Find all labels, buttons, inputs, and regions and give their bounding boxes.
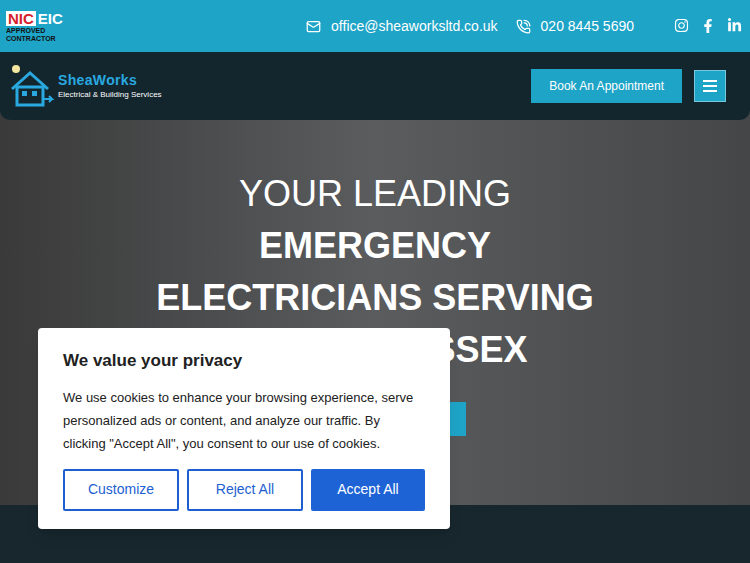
- cookie-button[interactable]: Accept All: [311, 469, 425, 511]
- brand-tagline: Electrical & Building Services: [58, 90, 162, 100]
- linkedin-icon[interactable]: [727, 18, 742, 33]
- badge-mark: NIC: [6, 11, 36, 26]
- hero-heading-line: ELECTRICIANS SERVING: [156, 272, 593, 324]
- phone-link[interactable]: 020 8445 5690: [516, 16, 634, 37]
- cookie-title: We value your privacy: [63, 348, 425, 374]
- badge-caption: CONTRACTOR: [6, 35, 63, 42]
- menu-bar-icon: [703, 90, 717, 92]
- menu-button[interactable]: [694, 70, 726, 102]
- email-link[interactable]: office@sheaworksltd.co.uk: [306, 16, 497, 37]
- cookie-button[interactable]: Reject All: [187, 469, 303, 511]
- page: NICEICAPPROVEDCONTRACTOR office@sheaworks…: [0, 0, 750, 563]
- cookie-dialog: We value your privacy We use cookies to e…: [38, 328, 450, 529]
- brand-logo[interactable]: SheaWorksElectrical & Building Services: [8, 63, 162, 109]
- instagram-icon[interactable]: [674, 18, 689, 33]
- badge-mark: EIC: [38, 11, 63, 26]
- nav-bar: SheaWorksElectrical & Building Services B…: [0, 52, 750, 120]
- niceic-badge: NICEICAPPROVEDCONTRACTOR: [6, 11, 63, 42]
- house-logo-icon: [8, 63, 56, 109]
- phone-icon: [516, 19, 531, 34]
- top-bar: NICEICAPPROVEDCONTRACTOR office@sheaworks…: [0, 0, 750, 52]
- menu-bar-icon: [703, 85, 717, 87]
- menu-bar-icon: [703, 80, 717, 82]
- hero-heading-line: EMERGENCY: [259, 220, 491, 272]
- cookie-button[interactable]: Customize: [63, 469, 179, 511]
- cookie-body: We use cookies to enhance your browsing …: [63, 386, 425, 455]
- hero-heading-line: YOUR LEADING: [239, 168, 511, 220]
- badge-caption: APPROVED: [6, 27, 63, 34]
- brand-name: SheaWorks: [58, 72, 162, 90]
- mail-icon: [306, 19, 321, 34]
- book-appointment-button[interactable]: Book An Appointment: [531, 69, 682, 103]
- facebook-icon[interactable]: [701, 19, 715, 33]
